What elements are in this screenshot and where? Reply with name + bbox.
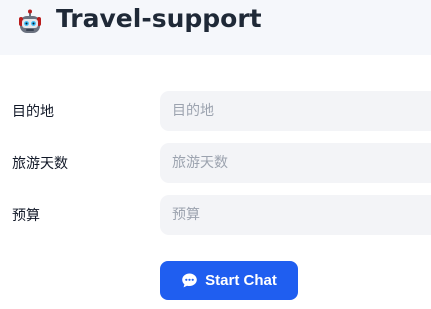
destination-row: 目的地 xyxy=(0,91,431,131)
destination-input[interactable] xyxy=(160,91,431,131)
app-title: Travel-support xyxy=(56,4,262,33)
app-header: Travel-support xyxy=(0,0,431,55)
budget-input[interactable] xyxy=(160,195,431,235)
start-chat-button[interactable]: Start Chat xyxy=(160,261,298,300)
start-chat-label: Start Chat xyxy=(205,272,277,289)
destination-label: 目的地 xyxy=(12,104,54,120)
travel-days-input[interactable] xyxy=(160,143,431,183)
travel-days-row: 旅游天数 xyxy=(0,143,431,183)
travel-days-label: 旅游天数 xyxy=(12,156,68,172)
chat-bubble-icon xyxy=(182,273,197,288)
budget-row: 预算 xyxy=(0,195,431,235)
robot-icon xyxy=(19,9,41,33)
budget-label: 预算 xyxy=(12,208,40,224)
